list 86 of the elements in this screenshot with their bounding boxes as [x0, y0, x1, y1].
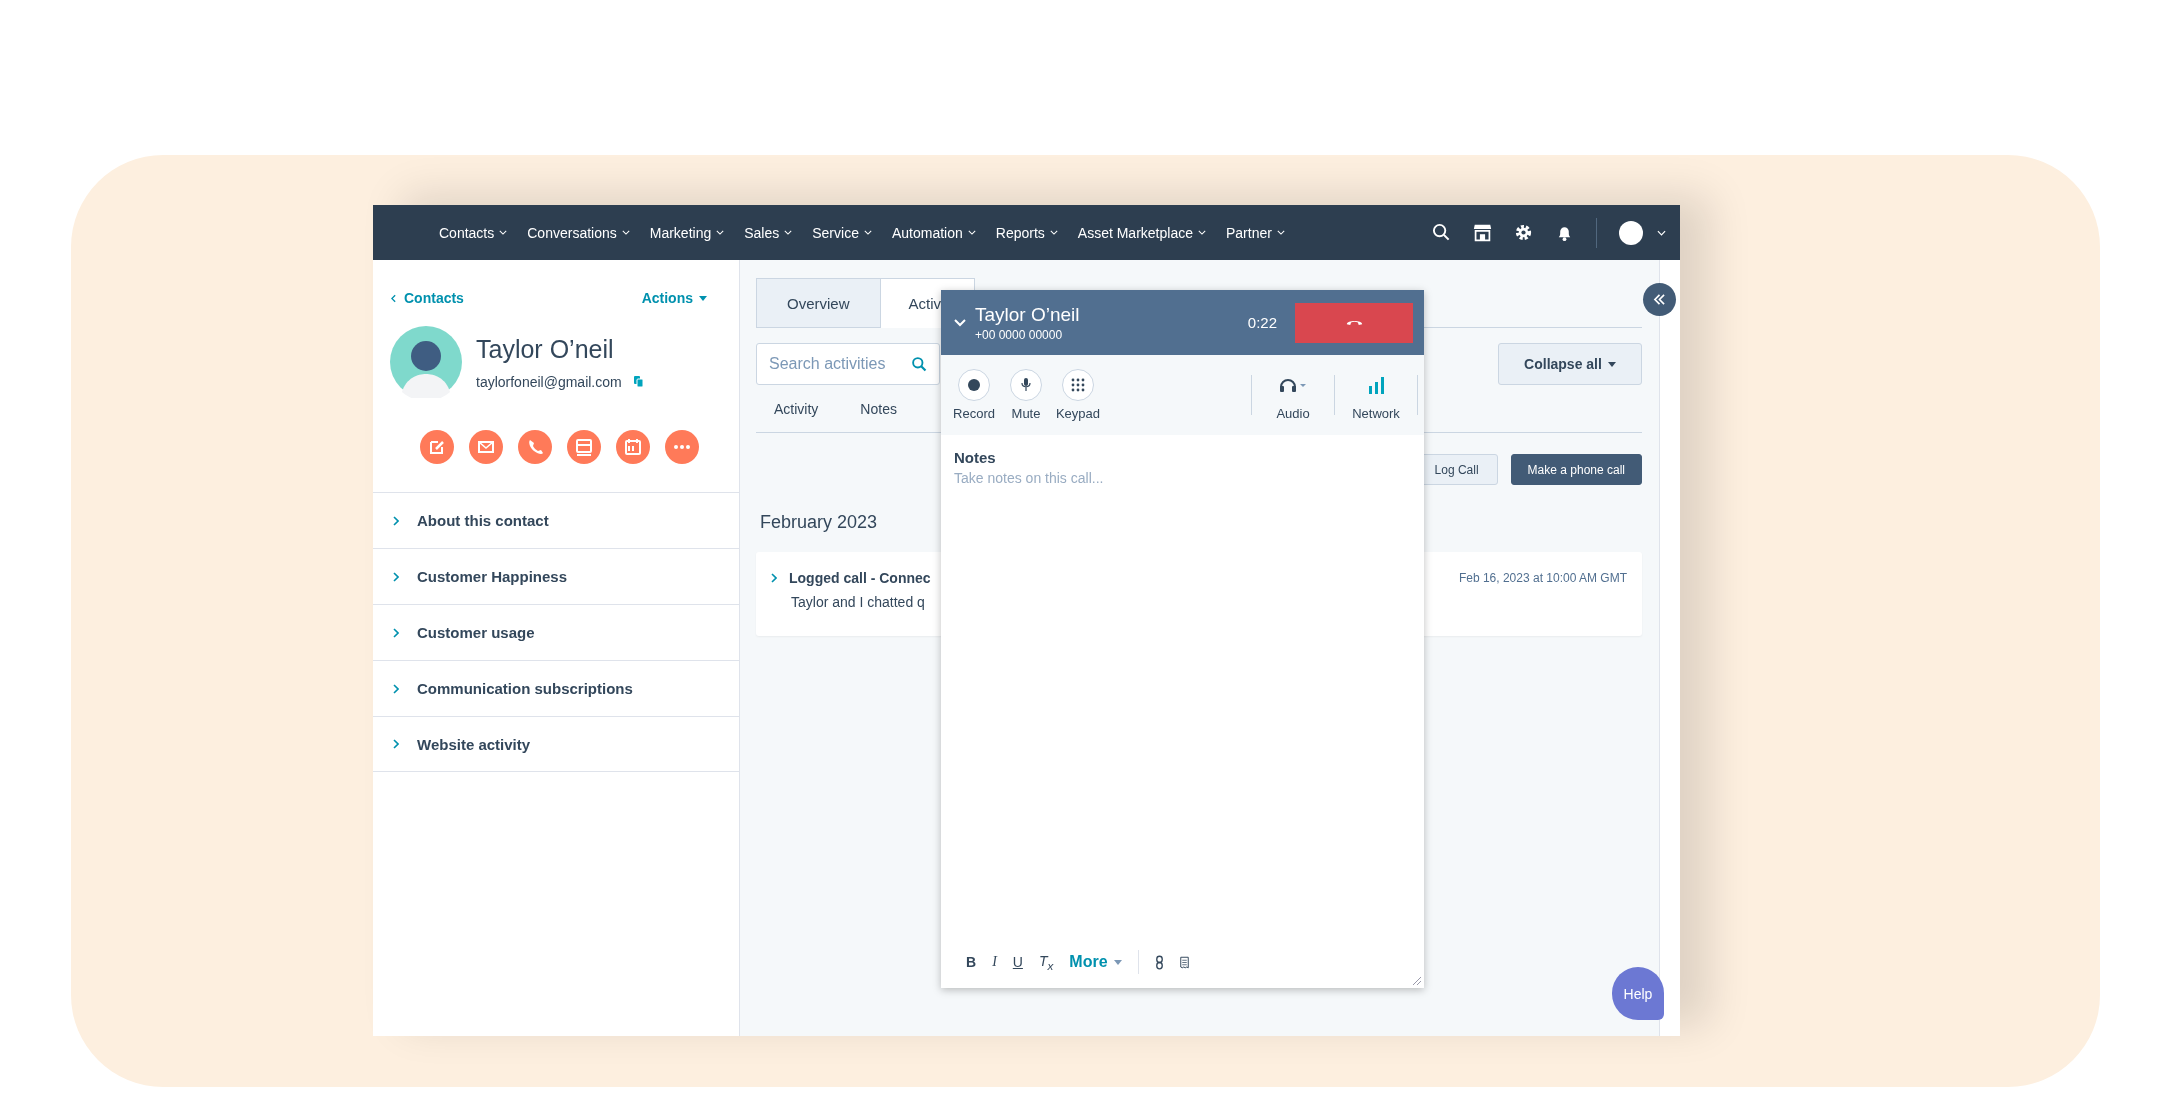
call-dialog[interactable]: Taylor O’neil +00 0000 00000 0:22 Record Mute Keypad Audio Network Notes Take notes on this call... B I U T$_{x}$ More [941, 290, 1424, 988]
nav-menu-item[interactable]: Conversations [527, 224, 630, 241]
caret-icon[interactable] [1657, 229, 1666, 236]
chevron-icon [393, 515, 399, 526]
nav-menu-item[interactable]: Automation [891, 224, 976, 241]
caller-name: Taylor O’neil [975, 303, 1080, 326]
accordion-section[interactable]: Customer usage [373, 604, 739, 660]
call-timer: 0:22 [1247, 314, 1277, 331]
format-button[interactable]: U [1012, 954, 1023, 970]
call-control[interactable]: Keypad [1055, 369, 1101, 421]
chevron-icon [393, 683, 399, 694]
phone-icon[interactable] [518, 430, 552, 464]
tab[interactable]: Overview [756, 278, 881, 328]
caret-icon [716, 230, 725, 235]
caret-icon [1276, 230, 1285, 235]
caller-phone: +00 0000 00000 [975, 327, 1064, 342]
make-call-button[interactable]: Make a phone call [1510, 454, 1642, 485]
collapse-all-button[interactable]: Collapse all [1498, 343, 1642, 385]
nav-menu-item[interactable]: Service [812, 224, 872, 241]
nav-menu-item[interactable]: Contacts [439, 224, 508, 241]
month-heading: February 2023 [760, 512, 879, 533]
snippet-icon[interactable] [1179, 954, 1189, 970]
activity-summary: Taylor and I chatted q [791, 594, 926, 610]
call-control[interactable]: Mute [1003, 369, 1049, 421]
user-avatar[interactable] [1619, 220, 1643, 245]
more-icon[interactable] [665, 430, 699, 464]
more-dropdown[interactable]: More [1069, 953, 1122, 971]
nav-menu-item[interactable]: Partner [1225, 224, 1285, 241]
actions-dropdown[interactable]: Actions [641, 290, 707, 306]
accordion-section[interactable]: About this contact [373, 492, 739, 548]
nav-menu-item[interactable]: Sales [744, 224, 793, 241]
format-button[interactable]: T$_{x}$ [1038, 952, 1054, 972]
signal-bars-icon [1366, 375, 1386, 395]
email-icon[interactable] [469, 430, 503, 464]
back-link[interactable]: Contacts [404, 290, 464, 306]
double-chevron-icon [1653, 294, 1666, 305]
storefront-icon[interactable] [1473, 223, 1492, 242]
caret-icon [967, 230, 976, 235]
activity-title: Logged call - Connec [789, 570, 931, 586]
chevron-icon [393, 739, 399, 749]
caret-icon [621, 230, 630, 235]
nav-menu-item[interactable]: Reports [995, 224, 1058, 241]
caret-icon [1113, 959, 1122, 965]
contact-email: taylorfoneil@gmail.com [476, 373, 622, 390]
activity-timestamp: Feb 16, 2023 at 10:00 AM GMT [1458, 571, 1627, 585]
settings-icon[interactable] [1514, 223, 1533, 242]
format-button[interactable]: I [992, 954, 997, 970]
keypad-icon [1062, 369, 1094, 401]
caret-icon [784, 230, 793, 235]
phone-handset-icon [1345, 319, 1363, 326]
note-icon[interactable] [420, 430, 454, 464]
accordion-section[interactable]: Website activity [373, 716, 739, 772]
link-icon[interactable] [1154, 954, 1164, 970]
help-button[interactable]: Help [1612, 967, 1664, 1020]
activity-tab[interactable]: Activity [758, 400, 835, 417]
accordion-section[interactable]: Customer Happiness [373, 548, 739, 604]
search-icon[interactable] [1432, 223, 1451, 242]
record-icon [958, 369, 990, 401]
notes-label: Notes [954, 449, 997, 466]
caret-icon [499, 230, 508, 235]
copy-icon[interactable] [633, 375, 644, 388]
chevron-left-icon[interactable] [391, 293, 396, 303]
caret-icon [1197, 230, 1206, 235]
caret-icon [699, 295, 707, 301]
accordion-section[interactable]: Communication subscriptions [373, 660, 739, 716]
call-control[interactable]: Audio [1262, 369, 1324, 421]
search-field[interactable]: Search activities [756, 343, 940, 385]
caret-icon [1049, 230, 1058, 235]
calendar-icon[interactable] [616, 430, 650, 464]
activity-tab[interactable]: Notes [844, 400, 913, 417]
contact-name: Taylor O’neil [476, 334, 615, 364]
chevron-icon [393, 571, 399, 582]
format-button[interactable]: B [966, 954, 977, 970]
call-control[interactable]: Record [951, 369, 997, 421]
chevron-icon [393, 627, 399, 638]
microphone-icon [1010, 369, 1042, 401]
avatar [390, 326, 462, 398]
caret-icon [863, 230, 872, 235]
call-control[interactable]: Network [1345, 369, 1407, 421]
nav-menu-item[interactable]: Asset Marketplace [1077, 224, 1206, 241]
search-input[interactable]: Search activities [767, 354, 911, 374]
message-icon[interactable] [567, 430, 601, 464]
nav-menu-item[interactable]: Marketing [649, 224, 725, 241]
resize-handle-icon[interactable] [1412, 976, 1422, 986]
chevron-icon[interactable] [771, 573, 777, 583]
caret-icon [1607, 361, 1616, 367]
